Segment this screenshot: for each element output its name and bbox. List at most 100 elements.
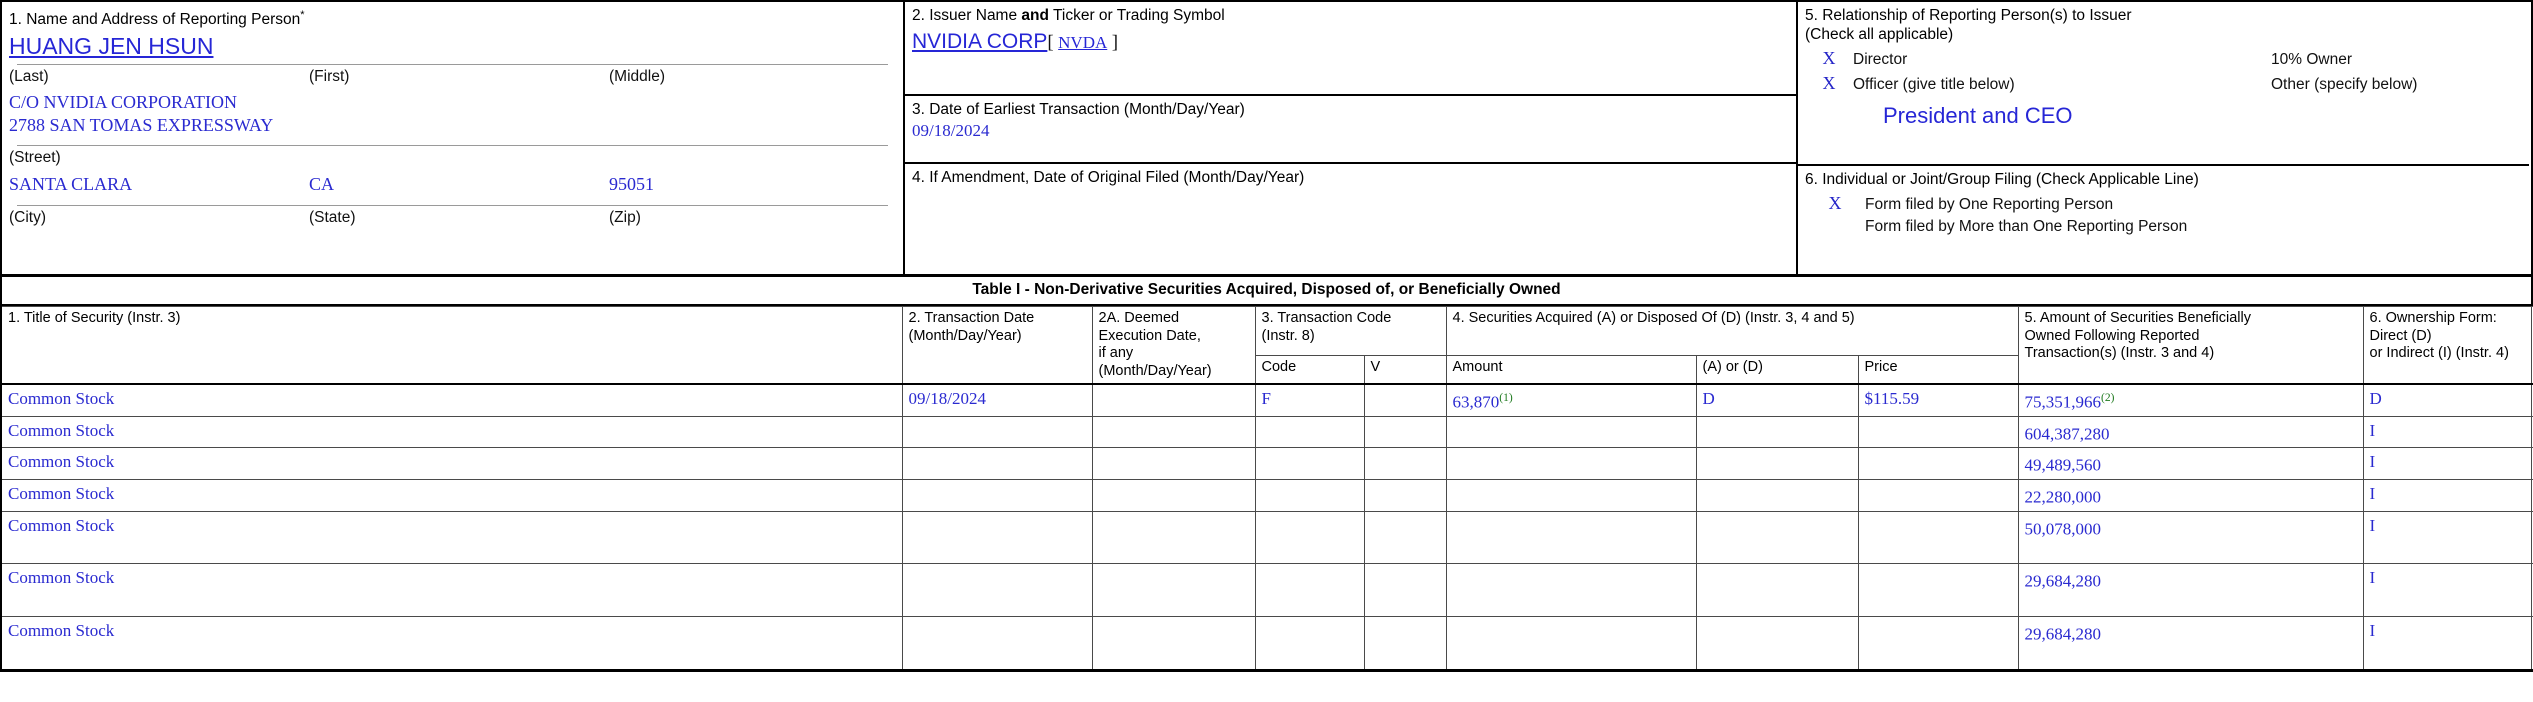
cell-transaction-date xyxy=(901,478,1093,512)
cell-security: Common Stock xyxy=(0,478,903,512)
cell-v xyxy=(1363,382,1447,417)
cell-deemed-date xyxy=(1091,447,1256,480)
checkbox-officer[interactable]: X xyxy=(1805,73,1853,94)
relationship-row-director[interactable]: X Director 10% Owner xyxy=(1805,48,2522,69)
cell-owned: 49,489,560 xyxy=(2017,447,2364,480)
box5-label-line2: (Check all applicable) xyxy=(1805,26,1954,43)
cell-deemed-date xyxy=(1091,478,1256,512)
th-ownership-form-l2: or Indirect (I) (Instr. 4) xyxy=(2369,345,2509,361)
city-state-zip-values: SANTA CLARA CA 95051 xyxy=(9,167,896,196)
cell-transaction-date xyxy=(901,615,1093,671)
cell-code xyxy=(1254,447,1365,480)
cell-owned-value: 50,078,000 xyxy=(2024,519,2102,539)
cell-price xyxy=(1857,510,2019,565)
box3-value: 09/18/2024 xyxy=(912,121,990,140)
cell-owned-value: 604,387,280 xyxy=(2024,424,2110,444)
filing-row-more-than-one-person[interactable]: Form filed by More than One Reporting Pe… xyxy=(1805,218,2522,236)
cell-amount xyxy=(1445,415,1697,449)
cell-deemed-date xyxy=(1091,510,1256,565)
bracket-close: ] xyxy=(1111,32,1119,53)
table-row: Common Stock 50,078,000 I By Irrevocable… xyxy=(0,510,2533,565)
cell-owned: 75,351,966(2) xyxy=(2017,382,2364,417)
th-securities-acquired-disposed-group: 4. Securities Acquired (A) or Disposed O… xyxy=(1445,306,2019,356)
label-one-reporting-person: Form filed by One Reporting Person xyxy=(1865,196,2114,213)
label-zip: (Zip) xyxy=(609,209,641,227)
street-sublabel-row: (Street) xyxy=(9,146,896,167)
cell-v xyxy=(1363,415,1447,449)
cell-owned-value: 29,684,280 xyxy=(2024,571,2102,591)
box3-label: 3. Date of Earliest Transaction (Month/D… xyxy=(912,101,1245,118)
table1-header-row-1: 1. Title of Security (Instr. 3) 2. Trans… xyxy=(0,306,2533,385)
box1-name-and-address: 1. Name and Address of Reporting Person*… xyxy=(2,2,905,274)
table1-body: Common Stock 09/18/2024 F 63,870(1) D $1… xyxy=(0,382,2533,671)
table-row: Common Stock 604,387,280 I By Trust(3) xyxy=(0,415,2533,449)
ticker-symbol-link[interactable]: NVDA xyxy=(1058,33,1107,52)
th-transaction-date-l1: 2. Transaction Date xyxy=(908,310,1035,326)
label-middle: (Middle) xyxy=(609,68,665,86)
cell-transaction-date xyxy=(901,563,1093,617)
th-v: V xyxy=(1363,354,1447,385)
cell-owned: 29,684,280 xyxy=(2017,615,2364,671)
street-line-2: 2788 SAN TOMAS EXPRESSWAY xyxy=(9,115,274,136)
table-row: Common Stock 29,684,280 I The Lori Lynn … xyxy=(0,563,2533,617)
cell-owned-footnote[interactable]: (2) xyxy=(2101,392,2114,404)
cell-ownership-form: I xyxy=(2362,563,2532,617)
cell-transaction-date xyxy=(901,415,1093,449)
th-deemed-l4: (Month/Day/Year) xyxy=(1098,362,1212,379)
th-transaction-date: 2. Transaction Date (Month/Day/Year) xyxy=(901,306,1093,385)
zip-value: 95051 xyxy=(609,174,654,195)
cell-ownership-form: I xyxy=(2362,615,2532,671)
cell-v xyxy=(1363,615,1447,671)
label-street: (Street) xyxy=(9,149,61,167)
th-price: Price xyxy=(1857,354,2019,385)
cell-security: Common Stock xyxy=(0,510,903,565)
box4-label: 4. If Amendment, Date of Original Filed … xyxy=(912,169,1305,186)
city-value: SANTA CLARA xyxy=(9,174,133,195)
label-last: (Last) xyxy=(9,68,49,86)
label-officer: Officer (give title below) xyxy=(1853,76,2015,93)
cell-a-or-d xyxy=(1695,478,1859,512)
cell-a-or-d xyxy=(1695,563,1859,617)
cell-transaction-date: 09/18/2024 xyxy=(901,382,1093,417)
th-amount-beneficially-owned: 5. Amount of Securities Beneficially Own… xyxy=(2017,306,2364,385)
label-more-than-one-reporting-person: Form filed by More than One Reporting Pe… xyxy=(1865,218,2188,235)
cell-owned: 50,078,000 xyxy=(2017,510,2364,565)
cell-v xyxy=(1363,478,1447,512)
cell-deemed-date xyxy=(1091,563,1256,617)
label-first: (First) xyxy=(309,68,350,86)
cell-code xyxy=(1254,563,1365,617)
box5-label-line1: 5. Relationship of Reporting Person(s) t… xyxy=(1805,7,2132,24)
box2-3-4-column: 2. Issuer Name and Ticker or Trading Sym… xyxy=(905,2,1798,274)
cell-ownership-form: I xyxy=(2362,447,2532,480)
checkbox-director[interactable]: X xyxy=(1805,48,1853,69)
relationship-row-officer[interactable]: X Officer (give title below) Other (spec… xyxy=(1805,73,2522,94)
cell-transaction-date xyxy=(901,447,1093,480)
cell-a-or-d: D xyxy=(1695,382,1859,417)
label-city: (City) xyxy=(9,209,47,227)
th-amount: Amount xyxy=(1445,354,1697,385)
box1-label: 1. Name and Address of Reporting Person* xyxy=(9,6,896,29)
cell-v xyxy=(1363,447,1447,480)
cell-amount xyxy=(1445,478,1697,512)
issuer-name-link[interactable]: NVIDIA CORP xyxy=(912,30,1047,53)
cell-price xyxy=(1857,563,2019,617)
checkbox-one-reporting-person[interactable]: X xyxy=(1805,193,1865,214)
th-ownership-form: 6. Ownership Form: Direct (D) or Indirec… xyxy=(2362,306,2532,385)
th-code: Code xyxy=(1254,354,1365,385)
box6-label: 6. Individual or Joint/Group Filing (Che… xyxy=(1805,171,2199,188)
box3-earliest-transaction-date: 3. Date of Earliest Transaction (Month/D… xyxy=(905,96,1796,164)
filing-row-one-person[interactable]: X Form filed by One Reporting Person xyxy=(1805,193,2522,214)
th-securities-acquired-text: 4. Securities Acquired (A) or Disposed O… xyxy=(1452,310,1855,326)
th-a-or-d: (A) or (D) xyxy=(1695,354,1859,385)
th-owned-l2: Owned Following Reported xyxy=(2024,327,2200,344)
th-transaction-code-group: 3. Transaction Code (Instr. 8) xyxy=(1254,306,1447,356)
cell-owned-value: 22,280,000 xyxy=(2024,487,2102,507)
table1-title: Table I - Non-Derivative Securities Acqu… xyxy=(0,277,2533,306)
cell-owned: 604,387,280 xyxy=(2017,415,2364,449)
cell-ownership-form: D xyxy=(2362,382,2532,417)
table-row: Common Stock 09/18/2024 F 63,870(1) D $1… xyxy=(0,382,2533,417)
cell-amount-footnote[interactable]: (1) xyxy=(1499,392,1512,404)
sec-form4-page: 1. Name and Address of Reporting Person*… xyxy=(0,0,2533,672)
reporting-person-name-link[interactable]: HUANG JEN HSUN xyxy=(9,31,213,61)
label-other: Other (specify below) xyxy=(2271,76,2418,93)
